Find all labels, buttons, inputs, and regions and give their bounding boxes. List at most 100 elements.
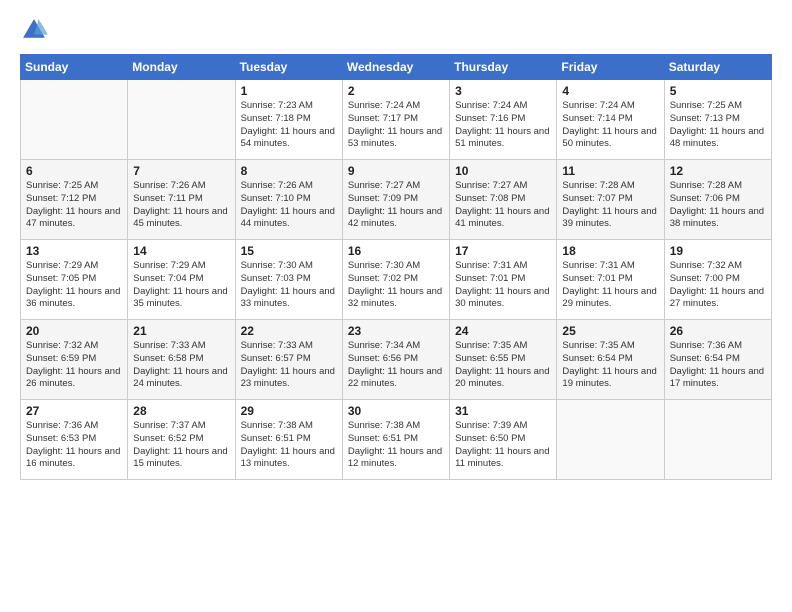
day-detail: Sunrise: 7:29 AM Sunset: 7:05 PM Dayligh… <box>26 260 122 311</box>
day-number: 24 <box>455 324 551 338</box>
day-detail: Sunrise: 7:24 AM Sunset: 7:14 PM Dayligh… <box>562 100 658 151</box>
day-detail: Sunrise: 7:25 AM Sunset: 7:12 PM Dayligh… <box>26 180 122 231</box>
day-number: 13 <box>26 244 122 258</box>
calendar-cell: 27 Sunrise: 7:36 AM Sunset: 6:53 PM Dayli… <box>21 400 128 480</box>
calendar-cell: 28 Sunrise: 7:37 AM Sunset: 6:52 PM Dayli… <box>128 400 235 480</box>
day-detail: Sunrise: 7:26 AM Sunset: 7:11 PM Dayligh… <box>133 180 229 231</box>
calendar-header-sunday: Sunday <box>21 55 128 80</box>
day-detail: Sunrise: 7:32 AM Sunset: 7:00 PM Dayligh… <box>670 260 766 311</box>
calendar-cell: 13 Sunrise: 7:29 AM Sunset: 7:05 PM Dayli… <box>21 240 128 320</box>
day-detail: Sunrise: 7:33 AM Sunset: 6:58 PM Dayligh… <box>133 340 229 391</box>
calendar-cell: 12 Sunrise: 7:28 AM Sunset: 7:06 PM Dayli… <box>664 160 771 240</box>
day-number: 6 <box>26 164 122 178</box>
day-detail: Sunrise: 7:27 AM Sunset: 7:08 PM Dayligh… <box>455 180 551 231</box>
calendar-cell: 6 Sunrise: 7:25 AM Sunset: 7:12 PM Daylig… <box>21 160 128 240</box>
logo <box>20 16 52 44</box>
day-number: 12 <box>670 164 766 178</box>
calendar-header-tuesday: Tuesday <box>235 55 342 80</box>
day-detail: Sunrise: 7:38 AM Sunset: 6:51 PM Dayligh… <box>241 420 337 471</box>
day-number: 19 <box>670 244 766 258</box>
day-number: 26 <box>670 324 766 338</box>
calendar-cell: 23 Sunrise: 7:34 AM Sunset: 6:56 PM Dayli… <box>342 320 449 400</box>
day-number: 25 <box>562 324 658 338</box>
calendar-cell: 9 Sunrise: 7:27 AM Sunset: 7:09 PM Daylig… <box>342 160 449 240</box>
calendar-cell: 31Sunrise: 7:39 AM Sunset: 6:50 PM Dayli… <box>450 400 557 480</box>
calendar-cell: 16 Sunrise: 7:30 AM Sunset: 7:02 PM Dayli… <box>342 240 449 320</box>
day-number: 16 <box>348 244 444 258</box>
day-detail: Sunrise: 7:35 AM Sunset: 6:54 PM Dayligh… <box>562 340 658 391</box>
calendar-cell: 19 Sunrise: 7:32 AM Sunset: 7:00 PM Dayli… <box>664 240 771 320</box>
calendar-cell: 17 Sunrise: 7:31 AM Sunset: 7:01 PM Dayli… <box>450 240 557 320</box>
day-number: 15 <box>241 244 337 258</box>
day-number: 7 <box>133 164 229 178</box>
day-detail: Sunrise: 7:30 AM Sunset: 7:03 PM Dayligh… <box>241 260 337 311</box>
day-number: 10 <box>455 164 551 178</box>
day-detail: Sunrise: 7:35 AM Sunset: 6:55 PM Dayligh… <box>455 340 551 391</box>
day-detail: Sunrise: 7:30 AM Sunset: 7:02 PM Dayligh… <box>348 260 444 311</box>
calendar-cell <box>21 80 128 160</box>
day-detail: Sunrise: 7:24 AM Sunset: 7:16 PM Dayligh… <box>455 100 551 151</box>
calendar-cell: 15 Sunrise: 7:30 AM Sunset: 7:03 PM Dayli… <box>235 240 342 320</box>
day-detail: Sunrise: 7:28 AM Sunset: 7:07 PM Dayligh… <box>562 180 658 231</box>
day-detail: Sunrise: 7:38 AM Sunset: 6:51 PM Dayligh… <box>348 420 444 471</box>
day-number: 18 <box>562 244 658 258</box>
day-detail: Sunrise: 7:34 AM Sunset: 6:56 PM Dayligh… <box>348 340 444 391</box>
day-number: 4 <box>562 84 658 98</box>
day-detail: Sunrise: 7:28 AM Sunset: 7:06 PM Dayligh… <box>670 180 766 231</box>
day-detail: Sunrise: 7:31 AM Sunset: 7:01 PM Dayligh… <box>455 260 551 311</box>
day-detail: Sunrise: 7:25 AM Sunset: 7:13 PM Dayligh… <box>670 100 766 151</box>
calendar-week-row: 1Sunrise: 7:23 AM Sunset: 7:18 PM Daylig… <box>21 80 772 160</box>
calendar-header-wednesday: Wednesday <box>342 55 449 80</box>
calendar-header-monday: Monday <box>128 55 235 80</box>
day-detail: Sunrise: 7:26 AM Sunset: 7:10 PM Dayligh… <box>241 180 337 231</box>
day-number: 11 <box>562 164 658 178</box>
day-detail: Sunrise: 7:29 AM Sunset: 7:04 PM Dayligh… <box>133 260 229 311</box>
calendar-cell: 25 Sunrise: 7:35 AM Sunset: 6:54 PM Dayli… <box>557 320 664 400</box>
day-detail: Sunrise: 7:37 AM Sunset: 6:52 PM Dayligh… <box>133 420 229 471</box>
calendar-cell: 21 Sunrise: 7:33 AM Sunset: 6:58 PM Dayli… <box>128 320 235 400</box>
day-number: 29 <box>241 404 337 418</box>
calendar-cell: 30 Sunrise: 7:38 AM Sunset: 6:51 PM Dayli… <box>342 400 449 480</box>
calendar-cell: 11 Sunrise: 7:28 AM Sunset: 7:07 PM Dayli… <box>557 160 664 240</box>
calendar-cell: 22 Sunrise: 7:33 AM Sunset: 6:57 PM Dayli… <box>235 320 342 400</box>
day-number: 21 <box>133 324 229 338</box>
day-detail: Sunrise: 7:31 AM Sunset: 7:01 PM Dayligh… <box>562 260 658 311</box>
day-number: 20 <box>26 324 122 338</box>
day-number: 9 <box>348 164 444 178</box>
calendar-cell: 1Sunrise: 7:23 AM Sunset: 7:18 PM Daylig… <box>235 80 342 160</box>
header <box>20 16 772 44</box>
day-number: 28 <box>133 404 229 418</box>
day-detail: Sunrise: 7:27 AM Sunset: 7:09 PM Dayligh… <box>348 180 444 231</box>
calendar-cell <box>557 400 664 480</box>
calendar-cell: 20 Sunrise: 7:32 AM Sunset: 6:59 PM Dayli… <box>21 320 128 400</box>
day-number: 14 <box>133 244 229 258</box>
day-number: 30 <box>348 404 444 418</box>
logo-icon <box>20 16 48 44</box>
calendar-week-row: 13 Sunrise: 7:29 AM Sunset: 7:05 PM Dayli… <box>21 240 772 320</box>
day-number: 22 <box>241 324 337 338</box>
day-detail: Sunrise: 7:32 AM Sunset: 6:59 PM Dayligh… <box>26 340 122 391</box>
day-detail: Sunrise: 7:36 AM Sunset: 6:53 PM Dayligh… <box>26 420 122 471</box>
day-number: 8 <box>241 164 337 178</box>
calendar-table: SundayMondayTuesdayWednesdayThursdayFrid… <box>20 54 772 480</box>
calendar-header-friday: Friday <box>557 55 664 80</box>
day-number: 17 <box>455 244 551 258</box>
calendar-cell: 7 Sunrise: 7:26 AM Sunset: 7:11 PM Daylig… <box>128 160 235 240</box>
calendar-header-row: SundayMondayTuesdayWednesdayThursdayFrid… <box>21 55 772 80</box>
day-detail: Sunrise: 7:33 AM Sunset: 6:57 PM Dayligh… <box>241 340 337 391</box>
calendar-cell: 2Sunrise: 7:24 AM Sunset: 7:17 PM Daylig… <box>342 80 449 160</box>
day-number: 31 <box>455 404 551 418</box>
calendar-cell: 3Sunrise: 7:24 AM Sunset: 7:16 PM Daylig… <box>450 80 557 160</box>
calendar-cell <box>664 400 771 480</box>
calendar-cell: 4 Sunrise: 7:24 AM Sunset: 7:14 PM Daylig… <box>557 80 664 160</box>
calendar-cell: 29 Sunrise: 7:38 AM Sunset: 6:51 PM Dayli… <box>235 400 342 480</box>
day-number: 23 <box>348 324 444 338</box>
calendar-cell: 10 Sunrise: 7:27 AM Sunset: 7:08 PM Dayli… <box>450 160 557 240</box>
calendar-header-thursday: Thursday <box>450 55 557 80</box>
calendar-cell: 26Sunrise: 7:36 AM Sunset: 6:54 PM Dayli… <box>664 320 771 400</box>
day-number: 27 <box>26 404 122 418</box>
day-number: 5 <box>670 84 766 98</box>
calendar-cell: 18 Sunrise: 7:31 AM Sunset: 7:01 PM Dayli… <box>557 240 664 320</box>
calendar-week-row: 27 Sunrise: 7:36 AM Sunset: 6:53 PM Dayli… <box>21 400 772 480</box>
calendar-cell <box>128 80 235 160</box>
